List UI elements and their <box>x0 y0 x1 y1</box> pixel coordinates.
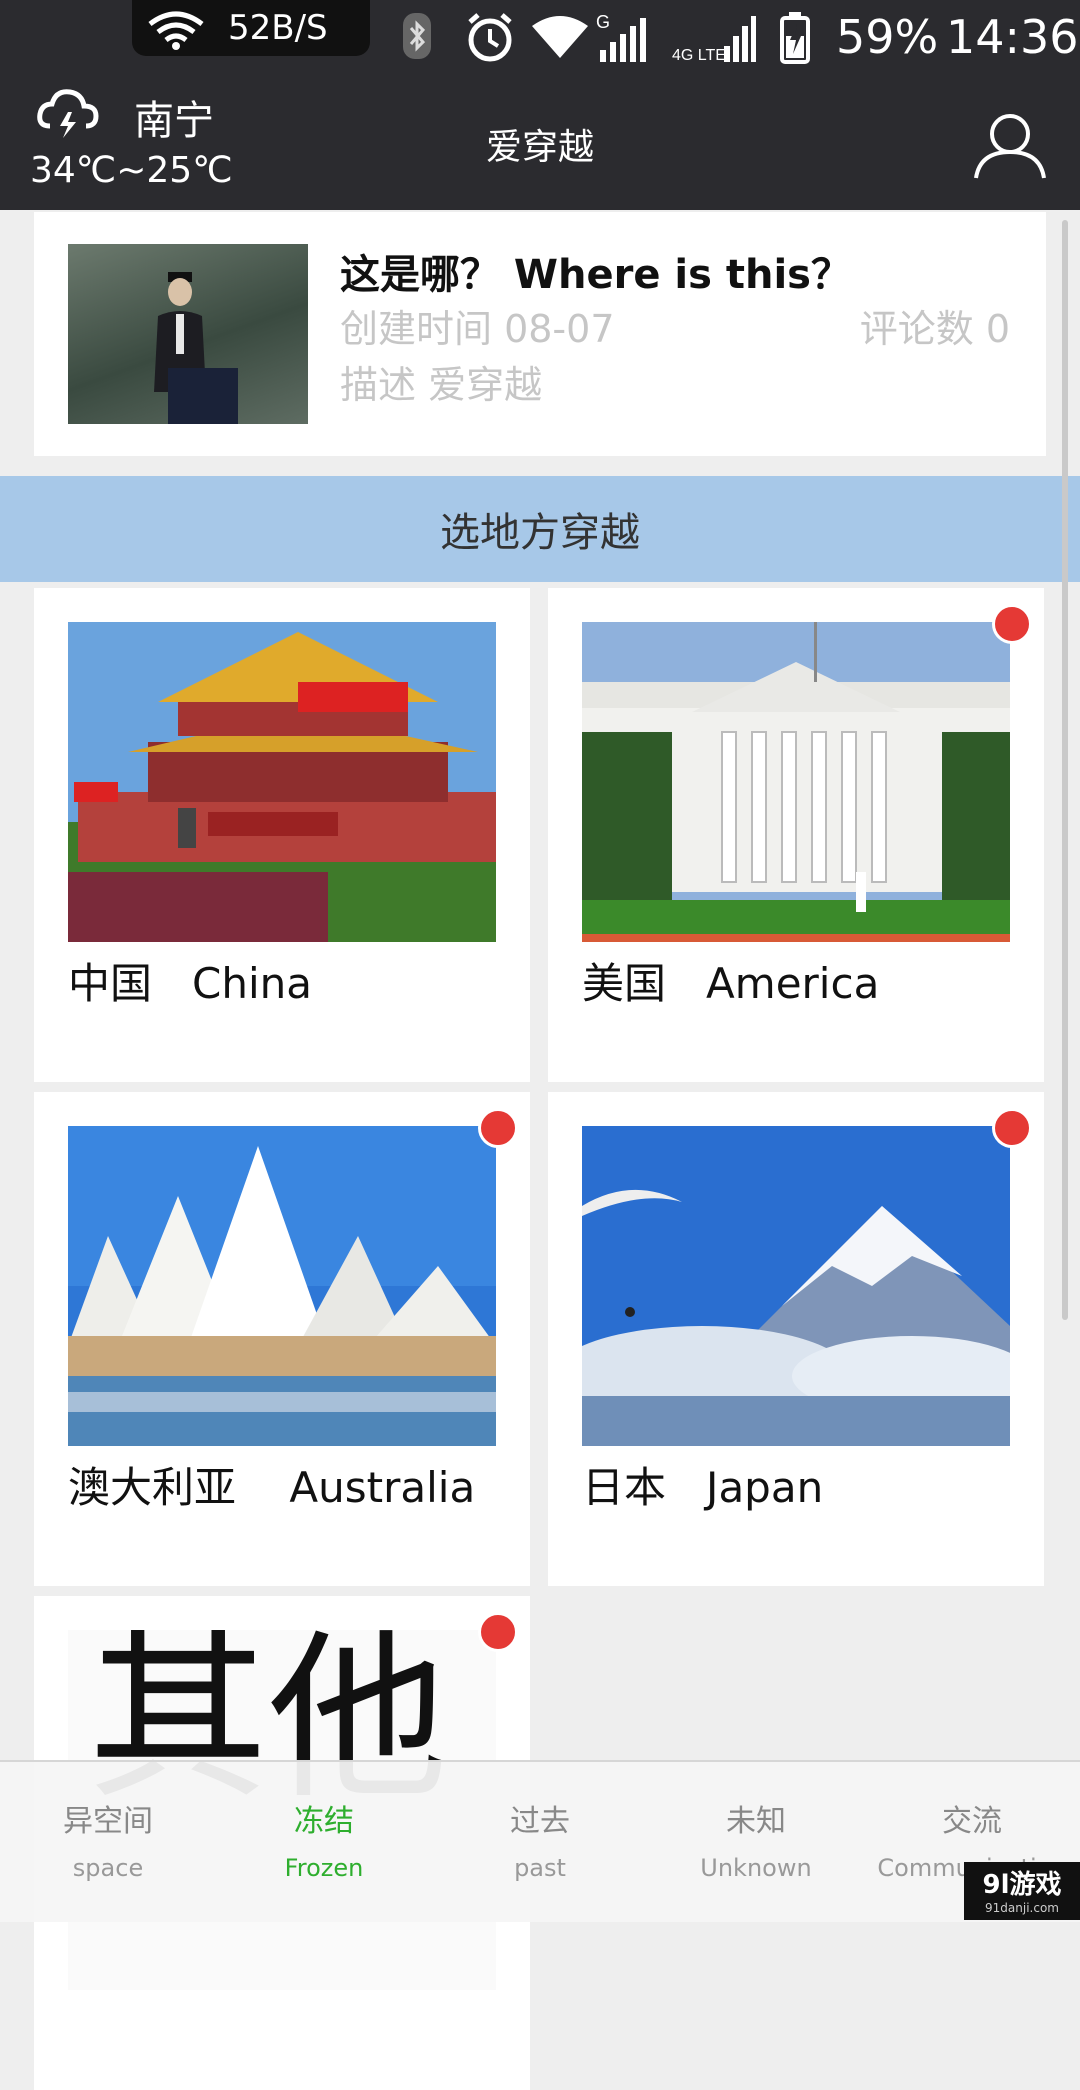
post-thumbnail <box>68 244 308 424</box>
nav-tab-label: 异空间 <box>63 1804 153 1839</box>
bluetooth-icon <box>403 13 431 59</box>
nav-tab-label: 交流 <box>942 1804 1002 1839</box>
nav-tab-sublabel: space <box>72 1854 144 1882</box>
watermark-logo: 9l游戏 <box>982 1870 1062 1900</box>
watermark-url: 91danji.com <box>985 1901 1059 1915</box>
new-badge <box>478 1108 518 1148</box>
post-title: 这是哪？ Where is this？ <box>340 252 851 298</box>
nav-tab-unknown[interactable]: 未知 Unknown <box>648 1762 864 1922</box>
cellular-signal-g-icon: G <box>596 12 646 62</box>
nav-tab-label: 未知 <box>726 1804 786 1839</box>
post-comment-count: 评论数 0 <box>859 307 1010 351</box>
nav-tab-frozen[interactable]: 冻结 Frozen <box>216 1762 432 1922</box>
section-header: 选地方穿越 <box>0 476 1080 582</box>
china-image <box>68 622 496 942</box>
place-label: 澳大利亚 Australia <box>68 1463 476 1512</box>
place-label: 美国 America <box>582 959 880 1008</box>
post-card[interactable]: 这是哪？ Where is this？ 创建时间 08-07 评论数 0 描述 … <box>34 212 1046 456</box>
site-watermark: 9l游戏 91danji.com <box>964 1862 1080 1920</box>
place-tile-china[interactable]: 中国 China <box>34 588 530 1082</box>
battery-percent: 59% <box>836 10 939 64</box>
bottom-nav: 异空间 space 冻结 Frozen 过去 past 未知 Unknown 交… <box>0 1760 1080 1922</box>
nav-tab-space[interactable]: 异空间 space <box>0 1762 216 1922</box>
scrollbar[interactable] <box>1062 220 1068 1320</box>
alarm-icon <box>468 13 512 62</box>
wifi-signal-icon <box>532 16 588 58</box>
new-badge <box>992 1108 1032 1148</box>
nav-tab-label: 过去 <box>510 1804 570 1839</box>
network-type: 4G LTE <box>672 47 726 64</box>
nav-tab-label: 冻结 <box>294 1804 354 1839</box>
new-badge <box>478 1612 518 1652</box>
place-label: 日本 Japan <box>582 1463 824 1512</box>
battery-charging-icon <box>780 12 810 64</box>
status-time: 14:36 <box>946 10 1079 64</box>
place-label: 中国 China <box>68 959 313 1008</box>
nav-tab-past[interactable]: 过去 past <box>432 1762 648 1922</box>
post-description: 描述 爱穿越 <box>340 363 543 407</box>
status-bar: 52B/S G 4G LTE 59% 14:36 <box>0 0 1080 76</box>
nav-tab-sublabel: past <box>514 1854 566 1882</box>
nav-tab-sublabel: Unknown <box>700 1854 812 1882</box>
japan-image <box>582 1126 1010 1446</box>
page-title: 爱穿越 <box>485 127 594 168</box>
network-speed-pill: 52B/S <box>132 0 370 56</box>
cellular-signal-lte-icon: 4G LTE <box>672 16 756 64</box>
america-image <box>582 622 1010 942</box>
svg-text:G: G <box>596 12 610 32</box>
new-badge <box>992 604 1032 644</box>
place-tile-japan[interactable]: 日本 Japan <box>548 1092 1044 1586</box>
post-created-time: 创建时间 08-07 <box>340 307 615 351</box>
place-tile-australia[interactable]: 澳大利亚 Australia <box>34 1092 530 1586</box>
app-header: 南宁 34℃~25℃ 爱穿越 <box>0 76 1080 210</box>
podium <box>168 368 238 424</box>
place-tile-america[interactable]: 美国 America <box>548 588 1044 1082</box>
australia-image <box>68 1126 496 1446</box>
network-speed: 52B/S <box>228 8 328 48</box>
nav-tab-sublabel: Frozen <box>284 1854 364 1882</box>
wifi-icon <box>148 11 204 50</box>
user-icon[interactable] <box>972 112 1048 180</box>
